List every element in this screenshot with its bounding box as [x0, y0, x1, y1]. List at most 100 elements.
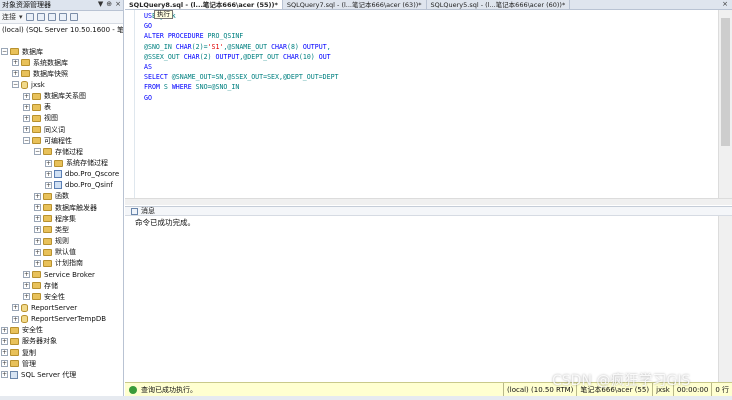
object-explorer-panel: 对象资源管理器 ▼ ⊕ × 连接 ▾ (local) (SQL Server 1…	[0, 0, 124, 400]
folder-icon	[43, 192, 52, 200]
tree-node[interactable]: + 计划指南	[34, 258, 83, 269]
tree-node[interactable]: + 数据库快照	[12, 68, 68, 79]
code-token: @SNO_IN	[144, 42, 176, 51]
tab-messages[interactable]: 消息	[141, 206, 155, 216]
tree-node[interactable]: + 管理	[1, 358, 36, 369]
expand-icon[interactable]: +	[34, 248, 41, 256]
expand-icon[interactable]: +	[1, 337, 8, 345]
tree-node[interactable]: + 存储	[23, 280, 58, 291]
tree-node-label: 数据库	[22, 47, 43, 56]
tree-node[interactable]: + dbo.Pro_Qscore	[45, 169, 119, 180]
sql-editor[interactable]: USE jxskGOALTER PROCEDURE PRO_QSINF@SNO_…	[125, 10, 718, 198]
expand-icon[interactable]: +	[12, 315, 19, 323]
messages-vertical-scrollbar[interactable]	[718, 216, 732, 382]
editor-vertical-scrollbar[interactable]	[718, 10, 732, 198]
procedure-icon	[54, 170, 62, 179]
expand-icon[interactable]: +	[34, 226, 41, 234]
tree-node[interactable]: + 数据库触发器	[34, 202, 97, 213]
tree-node[interactable]: + ReportServer	[12, 302, 77, 313]
tree-node[interactable]: + Service Broker	[23, 269, 95, 280]
panel-pin-icon[interactable]: ⊕	[106, 0, 112, 8]
tree-node[interactable]: + dbo.Pro_Qsinf	[45, 180, 113, 191]
collapse-icon[interactable]: −	[12, 81, 19, 89]
code-token: FROM	[144, 83, 164, 92]
tab-sqlquery7[interactable]: SQLQuery7.sql - (l...笔记本666\acer (63))*	[283, 0, 427, 9]
expand-icon[interactable]: +	[23, 126, 30, 134]
expand-icon[interactable]: +	[23, 92, 30, 100]
expand-icon[interactable]: +	[23, 271, 30, 278]
tree-node[interactable]: + 数据库关系图	[23, 91, 86, 102]
expand-icon[interactable]: +	[1, 371, 8, 379]
expand-icon[interactable]: +	[1, 326, 8, 334]
tree-node-label: Service Broker	[44, 270, 95, 279]
tree-node[interactable]: + 复制	[1, 347, 36, 358]
filter-icon[interactable]	[58, 13, 67, 21]
tree-node[interactable]: + 表	[23, 102, 51, 113]
expand-icon[interactable]: +	[34, 259, 41, 267]
tree-node[interactable]: + 服务器对象	[1, 336, 57, 347]
tree-node[interactable]: − 可编程性	[23, 135, 72, 146]
tree-node[interactable]: − jxsk	[12, 79, 45, 90]
connect-icon[interactable]	[25, 13, 34, 21]
tree-node[interactable]: + ReportServerTempDB	[12, 314, 106, 325]
editor-horizontal-scrollbar[interactable]	[125, 198, 732, 205]
tree-node[interactable]: + 视图	[23, 113, 58, 124]
code-token: CHAR	[271, 42, 287, 51]
expand-icon[interactable]: +	[12, 304, 19, 312]
tab-sqlquery8[interactable]: SQLQuery8.sql - (l...笔记本666\acer (55))*	[125, 0, 283, 9]
collapse-icon[interactable]: −	[34, 148, 41, 156]
code-token: ALTER PROCEDURE	[144, 32, 208, 41]
stop-icon[interactable]	[47, 13, 56, 21]
tree-node[interactable]: + 类型	[34, 224, 69, 235]
tab-label: SQLQuery5.sql - (l...笔记本666\acer (60))*	[430, 1, 566, 9]
server-node[interactable]: (local) (SQL Server 10.50.1600 - 笔记本	[0, 24, 123, 35]
success-icon	[129, 385, 137, 394]
expand-icon[interactable]: +	[23, 103, 30, 111]
expand-icon[interactable]: +	[1, 360, 8, 368]
collapse-icon[interactable]: −	[23, 137, 30, 145]
code-token: OUT	[318, 52, 331, 61]
expand-icon[interactable]: +	[45, 159, 52, 167]
expand-icon[interactable]: +	[45, 170, 52, 178]
expand-icon[interactable]: +	[23, 114, 30, 122]
tree-node[interactable]: + 系统数据库	[12, 57, 68, 68]
messages-icon	[131, 207, 138, 215]
tree-node[interactable]: + 同义词	[23, 124, 65, 135]
expand-icon[interactable]: +	[1, 349, 8, 357]
panel-close-icon[interactable]: ×	[115, 0, 121, 8]
expand-icon[interactable]: +	[34, 204, 41, 212]
code-token: (8)	[286, 42, 303, 51]
expand-icon[interactable]: +	[12, 59, 19, 67]
disconnect-icon[interactable]	[36, 13, 45, 21]
expand-icon[interactable]: +	[23, 293, 30, 301]
tree-node[interactable]: + 默认值	[34, 247, 76, 258]
refresh-icon[interactable]	[69, 13, 78, 21]
tree-node[interactable]: + 函数	[34, 191, 69, 202]
connect-button[interactable]: 连接	[2, 12, 16, 22]
tree-node[interactable]: + SQL Server 代理	[1, 369, 76, 380]
expand-icon[interactable]: +	[34, 237, 41, 245]
tree-node[interactable]: + 程序集	[34, 213, 76, 224]
tree-node[interactable]: + 安全性	[23, 291, 65, 302]
tree-node[interactable]: − 存储过程	[34, 146, 83, 157]
expand-icon[interactable]: +	[34, 192, 41, 200]
expand-icon[interactable]: +	[23, 282, 30, 290]
tab-sqlquery5[interactable]: SQLQuery5.sql - (l...笔记本666\acer (60))*	[427, 0, 571, 9]
collapse-icon[interactable]: −	[1, 48, 8, 55]
expand-icon[interactable]: +	[34, 215, 41, 223]
tree-node[interactable]: + 规则	[34, 236, 69, 247]
tree-node[interactable]: + 安全性	[1, 325, 43, 336]
folder-icon	[21, 59, 30, 67]
connect-dropdown-icon[interactable]: ▾	[19, 13, 23, 21]
panel-dropdown-icon[interactable]: ▼	[98, 0, 103, 8]
messages-text: 命令已成功完成。	[135, 218, 195, 227]
tree-node[interactable]: − 数据库	[1, 46, 43, 57]
tree-node[interactable]: + 系统存储过程	[45, 158, 108, 169]
folder-icon	[21, 70, 30, 78]
code-token: SELECT	[144, 73, 172, 82]
expand-icon[interactable]: +	[45, 181, 52, 189]
scrollbar-thumb[interactable]	[721, 18, 730, 146]
expand-icon[interactable]: +	[12, 70, 19, 78]
close-tab-icon[interactable]: ×	[722, 0, 728, 8]
tree-node-label: 存储过程	[55, 147, 83, 156]
